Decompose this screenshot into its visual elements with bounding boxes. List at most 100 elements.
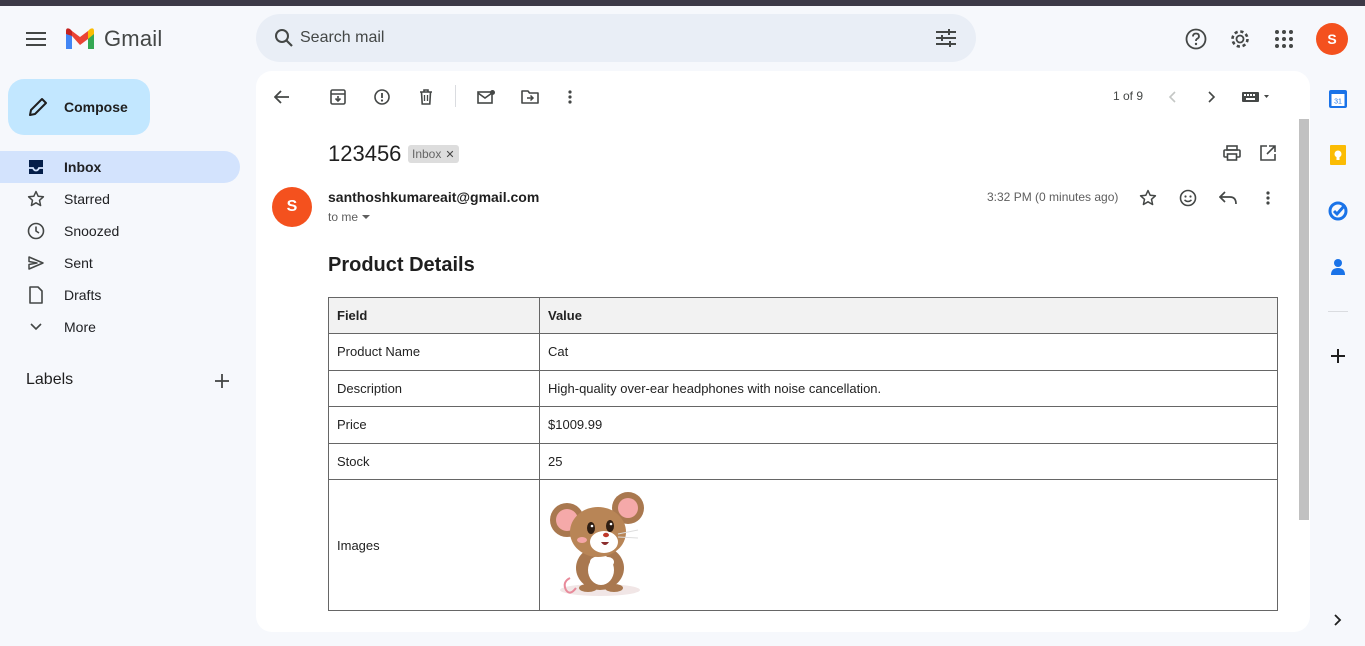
tasks-app-button[interactable]: [1322, 195, 1354, 227]
input-tools-button[interactable]: [1236, 81, 1276, 113]
contacts-icon: [1330, 258, 1346, 276]
support-button[interactable]: [1176, 19, 1216, 59]
tasks-icon: [1328, 201, 1348, 221]
sidebar-item-label: Drafts: [64, 287, 102, 303]
keyboard-icon: [1241, 91, 1271, 103]
table-row: Images: [328, 479, 1278, 611]
table-cell-value: High-quality over-ear headphones with no…: [539, 369, 1278, 407]
email-body-title: Product Details: [328, 254, 475, 276]
trash-icon: [419, 89, 433, 105]
sidebar-item-starred[interactable]: Starred: [0, 183, 240, 215]
compose-label: Compose: [64, 99, 128, 115]
pencil-icon: [26, 95, 50, 119]
help-icon: [1185, 28, 1207, 50]
inbox-icon: [26, 157, 46, 177]
table-header-row: Field Value: [328, 297, 1278, 334]
chevron-right-icon: [1334, 614, 1342, 626]
show-side-panel-button[interactable]: [1322, 604, 1354, 636]
print-all-button[interactable]: [1216, 137, 1248, 169]
create-label-button[interactable]: [206, 365, 238, 397]
recipient-details[interactable]: to me: [328, 210, 371, 224]
chevron-down-icon: [26, 317, 46, 337]
search-bar[interactable]: Search mail: [256, 14, 976, 62]
report-spam-button[interactable]: [366, 81, 398, 113]
back-to-inbox-button[interactable]: [266, 81, 298, 113]
hamburger-icon: [26, 32, 46, 46]
calendar-app-button[interactable]: 31: [1322, 83, 1354, 115]
google-apps-button[interactable]: [1264, 19, 1304, 59]
toolbar-divider: [455, 85, 456, 107]
message-panel: 1 of 9 123456 Inbox ✕ S santhoshkumareai…: [256, 71, 1310, 632]
sidebar-item-label: Starred: [64, 191, 110, 207]
sidebar-item-label: Inbox: [64, 159, 102, 175]
plus-icon: [1330, 348, 1346, 364]
more-vert-icon: [1266, 191, 1270, 205]
email-timestamp: 3:32 PM (0 minutes ago): [987, 190, 1119, 204]
sidebar-item-snoozed[interactable]: Snoozed: [0, 215, 240, 247]
sidebar-item-label: More: [64, 319, 96, 335]
sidebar-item-label: Snoozed: [64, 223, 120, 239]
pagination-text: 1 of 9: [1113, 89, 1144, 103]
table-cell-value: Cat: [539, 333, 1278, 371]
arrow-left-icon: [274, 90, 290, 104]
product-image[interactable]: [548, 490, 648, 598]
apps-grid-icon: [1275, 30, 1293, 48]
sender-email[interactable]: santhoshkumareait@gmail.com: [328, 189, 539, 205]
print-icon: [1223, 145, 1241, 161]
product-table: Field Value Product Name Cat Description…: [328, 297, 1278, 611]
keep-app-button[interactable]: [1322, 139, 1354, 171]
emoji-icon: [1179, 189, 1197, 207]
delete-button[interactable]: [410, 81, 442, 113]
reply-button[interactable]: [1212, 182, 1244, 214]
sidebar-nav: Inbox Starred Snoozed Sent Drafts More: [0, 151, 240, 343]
newer-button[interactable]: [1156, 81, 1188, 113]
table-cell-field: Description: [328, 369, 540, 407]
table-cell-value: 25: [539, 442, 1278, 480]
more-actions-button[interactable]: [554, 81, 586, 113]
message-more-button[interactable]: [1252, 182, 1284, 214]
archive-button[interactable]: [322, 81, 354, 113]
plus-icon: [215, 374, 229, 388]
mark-unread-button[interactable]: [470, 81, 502, 113]
settings-button[interactable]: [1220, 19, 1260, 59]
caret-down-icon: [361, 214, 371, 220]
account-avatar[interactable]: S: [1316, 23, 1348, 55]
draft-icon: [26, 285, 46, 305]
open-new-window-button[interactable]: [1252, 137, 1284, 169]
search-icon[interactable]: [268, 22, 300, 54]
sender-avatar[interactable]: S: [272, 187, 312, 227]
keep-icon: [1329, 144, 1347, 166]
app-name: Gmail: [104, 26, 163, 51]
search-input[interactable]: Search mail: [300, 29, 384, 47]
archive-icon: [330, 89, 346, 105]
get-addons-button[interactable]: [1322, 340, 1354, 372]
gmail-m-icon: [64, 27, 96, 51]
scrollbar-thumb[interactable]: [1299, 119, 1309, 520]
calendar-icon: 31: [1328, 89, 1348, 109]
search-options-icon[interactable]: [930, 22, 962, 54]
top-strip: [0, 0, 1365, 6]
table-header-cell: Value: [539, 297, 1278, 334]
send-icon: [26, 253, 46, 273]
add-reaction-button[interactable]: [1172, 182, 1204, 214]
label-chip[interactable]: Inbox ✕: [408, 145, 459, 163]
svg-text:31: 31: [1334, 99, 1342, 106]
remove-label-icon[interactable]: ✕: [445, 148, 454, 161]
star-icon: [1139, 189, 1157, 207]
sidebar-item-drafts[interactable]: Drafts: [0, 279, 240, 311]
move-to-button[interactable]: [514, 81, 546, 113]
sidebar-item-more[interactable]: More: [0, 311, 240, 343]
main-menu-button[interactable]: [16, 19, 56, 59]
sidebar-item-sent[interactable]: Sent: [0, 247, 240, 279]
more-vert-icon: [568, 90, 572, 104]
compose-button[interactable]: Compose: [8, 79, 150, 135]
star-button[interactable]: [1132, 182, 1164, 214]
older-button[interactable]: [1196, 81, 1228, 113]
table-cell-field: Price: [328, 406, 540, 444]
table-cell-value: [539, 479, 1278, 611]
contacts-app-button[interactable]: [1322, 251, 1354, 283]
sidebar-item-inbox[interactable]: Inbox: [0, 151, 240, 183]
chevron-left-icon: [1168, 91, 1176, 103]
star-icon: [26, 189, 46, 209]
gmail-logo[interactable]: Gmail: [64, 26, 162, 52]
